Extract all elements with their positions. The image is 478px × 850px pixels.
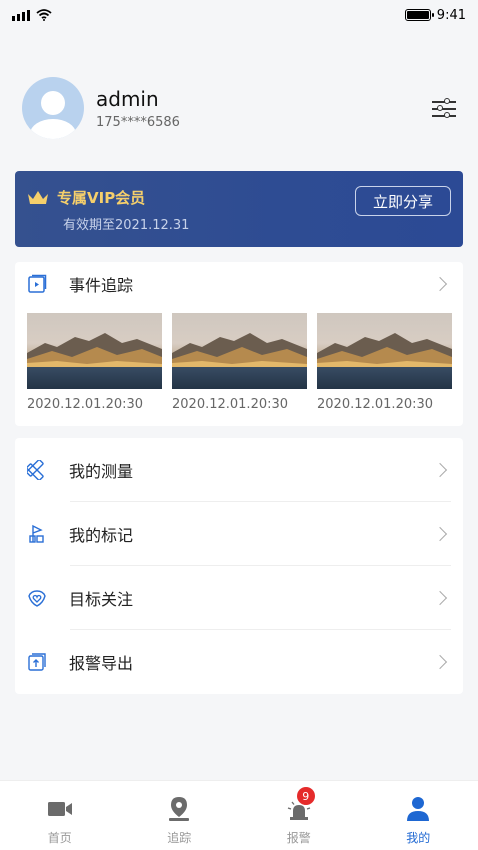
share-button[interactable]: 立即分享 bbox=[355, 186, 451, 216]
event-date: 2020.12.01.20:30 bbox=[317, 397, 434, 412]
event-item[interactable]: 2020.12.01.20:30 bbox=[317, 313, 452, 412]
event-tracking-header[interactable]: 事件追踪 bbox=[15, 262, 463, 306]
event-tracking-label: 事件追踪 bbox=[69, 276, 134, 295]
bottom-tab-bar: 首页 追踪 9 报警 我的 bbox=[0, 780, 478, 850]
tab-label: 报警 bbox=[286, 831, 311, 845]
video-file-icon bbox=[28, 274, 47, 293]
tab-label: 首页 bbox=[47, 831, 72, 845]
menu-item-label: 我的标记 bbox=[69, 526, 134, 545]
tab-home[interactable]: 首页 bbox=[0, 781, 120, 850]
chevron-right-icon bbox=[432, 590, 448, 606]
user-icon bbox=[407, 797, 430, 821]
menu-item-measure[interactable]: 我的测量 bbox=[15, 438, 463, 502]
avatar[interactable] bbox=[22, 77, 84, 139]
crown-icon bbox=[28, 190, 48, 204]
event-date: 2020.12.01.20:30 bbox=[27, 397, 144, 412]
event-thumbnail-image[interactable] bbox=[27, 313, 162, 389]
event-thumbnails: 2020.12.01.20:30 2020.12.01.20:30 2020.1… bbox=[15, 306, 463, 412]
event-thumbnail-image[interactable] bbox=[172, 313, 307, 389]
vip-card: 专属VIP会员 有效期至2021.12.31 立即分享 bbox=[15, 171, 463, 247]
status-left bbox=[12, 9, 52, 21]
chevron-right-icon bbox=[432, 526, 448, 542]
status-bar: 9:41 bbox=[0, 0, 478, 30]
settings-sliders-icon[interactable] bbox=[430, 94, 458, 122]
menu-item-label: 报警导出 bbox=[69, 654, 134, 673]
status-time: 9:41 bbox=[436, 7, 466, 23]
video-camera-icon bbox=[47, 802, 72, 816]
phone-number: 175****6586 bbox=[96, 114, 180, 130]
tab-mine[interactable]: 我的 bbox=[359, 781, 478, 850]
menu-item-label: 目标关注 bbox=[69, 590, 134, 609]
menu-card: 我的测量 我的标记 目标关注 报警导出 bbox=[15, 438, 463, 694]
event-thumbnail-image[interactable] bbox=[317, 313, 452, 389]
flag-marker-icon bbox=[29, 524, 44, 543]
export-icon bbox=[28, 653, 46, 671]
chevron-right-icon bbox=[432, 276, 448, 292]
tab-tracking[interactable]: 追踪 bbox=[120, 781, 240, 850]
wifi-icon bbox=[36, 9, 52, 21]
event-tracking-card: 事件追踪 2020.12.01.20:30 2020.12.01.20:30 2… bbox=[15, 262, 463, 426]
measure-icon bbox=[27, 460, 44, 480]
status-right: 9:41 bbox=[404, 7, 466, 23]
event-item[interactable]: 2020.12.01.20:30 bbox=[27, 313, 162, 412]
location-pin-icon bbox=[169, 797, 190, 821]
signal-icon bbox=[12, 9, 30, 21]
event-date: 2020.12.01.20:30 bbox=[172, 397, 289, 412]
vip-title: 专属VIP会员 bbox=[57, 189, 146, 207]
profile-section: admin 175****6586 bbox=[22, 76, 458, 140]
alarm-badge: 9 bbox=[296, 787, 315, 805]
tab-alarm[interactable]: 9 报警 bbox=[239, 781, 359, 850]
menu-item-alarm-export[interactable]: 报警导出 bbox=[15, 630, 463, 694]
alarm-light-icon: 9 bbox=[285, 787, 315, 823]
menu-item-target-focus[interactable]: 目标关注 bbox=[15, 566, 463, 630]
event-item[interactable]: 2020.12.01.20:30 bbox=[172, 313, 307, 412]
vip-expiry: 有效期至2021.12.31 bbox=[63, 218, 190, 233]
profile-info: admin 175****6586 bbox=[96, 87, 430, 130]
tab-label: 追踪 bbox=[167, 831, 192, 845]
menu-item-label: 我的测量 bbox=[69, 462, 134, 481]
chevron-right-icon bbox=[432, 654, 448, 670]
battery-icon bbox=[404, 9, 434, 21]
tab-label: 我的 bbox=[406, 831, 431, 845]
username: admin bbox=[96, 86, 159, 111]
chevron-right-icon bbox=[432, 462, 448, 478]
menu-item-marks[interactable]: 我的标记 bbox=[15, 502, 463, 566]
heart-shield-icon bbox=[28, 590, 46, 607]
